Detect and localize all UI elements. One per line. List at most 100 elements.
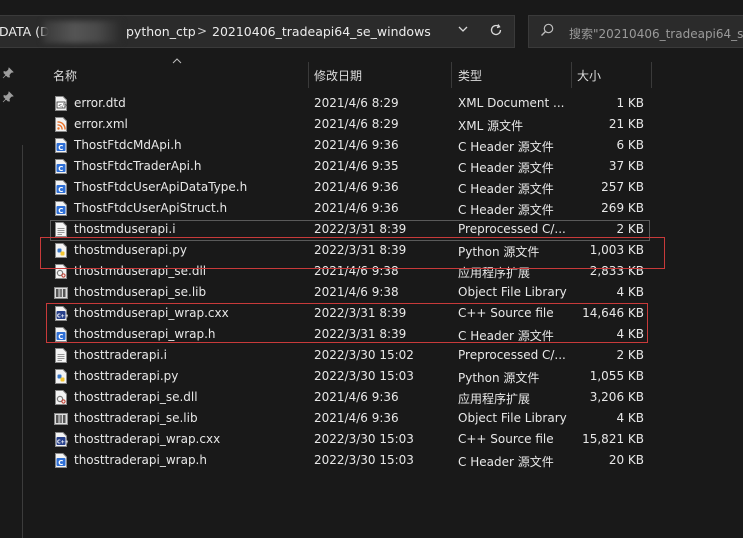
file-name: ThostFtdcUserApiStruct.h — [74, 201, 228, 215]
file-modified-date: 2021/4/6 9:36 — [314, 411, 399, 425]
search-input[interactable]: 搜索"20210406_tradeapi64_se_w — [569, 25, 743, 42]
file-name: error.xml — [74, 117, 128, 131]
file-name: thosttraderapi.i — [74, 348, 167, 362]
file-modified-date: 2022/3/30 15:02 — [314, 348, 414, 362]
breadcrumb-separator-icon: > — [197, 24, 208, 38]
library-file-icon — [54, 285, 68, 300]
file-row[interactable]: thostmduserapi_se.lib 2021/4/6 9:38 Object… — [50, 282, 650, 303]
file-modified-date: 2021/4/6 8:29 — [314, 96, 399, 110]
pin-icon[interactable] — [2, 67, 14, 82]
breadcrumb-python-ctp[interactable]: python_ctp — [126, 24, 196, 39]
file-modified-date: 2021/4/6 9:36 — [314, 180, 399, 194]
file-row[interactable]: C ThostFtdcTraderApi.h 2021/4/6 9:35 C Head… — [50, 156, 650, 177]
file-modified-date: 2022/3/30 15:03 — [314, 453, 414, 467]
file-row[interactable]: thosttraderapi_se.dll 2021/4/6 9:36 应用程序扩展… — [50, 387, 650, 408]
file-size: 1,055 KB — [589, 369, 644, 383]
python-file-icon — [54, 369, 68, 384]
svg-text:C: C — [58, 186, 63, 194]
file-name: error.dtd — [74, 96, 126, 110]
file-name: thosttraderapi_se.lib — [74, 411, 198, 425]
column-header-name[interactable]: 名称 — [46, 62, 308, 88]
search-icon — [539, 22, 555, 41]
text-file-icon — [54, 348, 68, 363]
file-modified-date: 2021/4/6 9:36 — [314, 201, 399, 215]
file-row[interactable]: C ThostFtdcMdApi.h 2021/4/6 9:36 C Header 源… — [50, 135, 650, 156]
file-name: thosttraderapi_wrap.cxx — [74, 432, 221, 446]
file-row[interactable]: error.xml 2021/4/6 8:29 XML 源文件 21 KB — [50, 114, 650, 135]
file-name: thosttraderapi.py — [74, 369, 179, 383]
file-row[interactable]: C ThostFtdcUserApiDataType.h 2021/4/6 9:36… — [50, 177, 650, 198]
file-size: 21 KB — [608, 117, 644, 131]
file-type: Preprocessed C/... — [458, 348, 566, 362]
column-header-date-label: 修改日期 — [314, 69, 363, 83]
c-header-icon: C — [54, 159, 68, 174]
file-size: 4 KB — [616, 285, 644, 299]
xml-feed-icon — [54, 117, 68, 132]
file-name: ThostFtdcMdApi.h — [74, 138, 182, 152]
redacted-path-segment — [43, 21, 121, 43]
file-row[interactable]: </> error.dtd 2021/4/6 8:29 XML Document ..… — [50, 93, 650, 114]
file-size: 20 KB — [608, 453, 644, 467]
file-modified-date: 2021/4/6 9:35 — [314, 159, 399, 173]
column-header-type-label: 类型 — [458, 69, 483, 83]
file-size: 6 KB — [616, 138, 644, 152]
file-modified-date: 2021/4/6 9:36 — [314, 138, 399, 152]
column-header-date[interactable]: 修改日期 — [309, 62, 451, 88]
file-type: C Header 源文件 — [458, 161, 554, 175]
svg-text:C: C — [58, 144, 63, 152]
c-header-icon: C — [54, 201, 68, 216]
file-type: C++ Source file — [458, 432, 554, 446]
file-modified-date: 2022/3/30 15:03 — [314, 369, 414, 383]
c-header-icon: C — [54, 138, 68, 153]
column-header-size[interactable]: 大小 — [572, 62, 650, 88]
file-name: thosttraderapi_wrap.h — [74, 453, 207, 467]
pane-divider[interactable] — [22, 145, 23, 538]
file-modified-date: 2022/3/30 15:03 — [314, 432, 414, 446]
file-name: thostmduserapi_se.lib — [74, 285, 207, 299]
file-size: 4 KB — [616, 411, 644, 425]
file-row[interactable]: thosttraderapi_se.lib 2021/4/6 9:36 Object… — [50, 408, 650, 429]
column-header-type[interactable]: 类型 — [452, 62, 570, 88]
file-type: C Header 源文件 — [458, 203, 554, 217]
file-modified-date: 2021/4/6 9:36 — [314, 390, 399, 404]
file-size: 257 KB — [601, 180, 644, 194]
file-modified-date: 2021/4/6 8:29 — [314, 117, 399, 131]
navigation-pane — [0, 55, 24, 538]
search-box[interactable]: 搜索"20210406_tradeapi64_se_w — [528, 15, 743, 48]
annotation-highlight-box — [40, 237, 665, 269]
file-size: 3,206 KB — [589, 390, 644, 404]
file-row[interactable]: Cthosttraderapi_wrap.h 2022/3/30 15:03 C H… — [50, 450, 650, 471]
pin-icon[interactable] — [2, 91, 14, 106]
svg-text:C++: C++ — [57, 440, 68, 446]
file-row[interactable]: C ThostFtdcUserApiStruct.h 2021/4/6 9:36 C … — [50, 198, 650, 219]
file-type: Object File Library — [458, 411, 567, 425]
file-type: C Header 源文件 — [458, 182, 554, 196]
svg-text:C: C — [58, 459, 63, 467]
file-size: 2 KB — [616, 348, 644, 362]
file-type: 应用程序扩展 — [458, 392, 531, 406]
svg-text:</>: </> — [58, 103, 68, 109]
chevron-down-icon[interactable] — [457, 23, 469, 39]
file-row[interactable]: thosttraderapi.i 2022/3/30 15:02 Preproces… — [50, 345, 650, 366]
column-header-size-label: 大小 — [577, 69, 602, 83]
svg-text:C: C — [58, 207, 63, 215]
column-resize-handle[interactable] — [651, 62, 652, 88]
address-bar[interactable]: DATA (D: python_ctp > 20210406_tradeapi6… — [0, 15, 515, 48]
refresh-icon[interactable] — [489, 23, 503, 41]
c-header-icon: C — [54, 453, 68, 468]
file-type: XML Document ... — [458, 96, 565, 110]
file-size: 269 KB — [601, 201, 644, 215]
file-row[interactable]: thosttraderapi.py 2022/3/30 15:03 Python 源… — [50, 366, 650, 387]
c-header-icon: C — [54, 180, 68, 195]
file-row[interactable]: C++ thosttraderapi_wrap.cxx 2022/3/30 15:0… — [50, 429, 650, 450]
file-type: C Header 源文件 — [458, 455, 554, 469]
file-type: Object File Library — [458, 285, 567, 299]
annotation-highlight-box — [46, 303, 648, 343]
breadcrumb-current-folder[interactable]: 20210406_tradeapi64_se_windows — [212, 24, 431, 39]
file-modified-date: 2021/4/6 9:38 — [314, 285, 399, 299]
file-type: Python 源文件 — [458, 371, 540, 385]
file-name: ThostFtdcUserApiDataType.h — [74, 180, 248, 194]
file-size: 1 KB — [616, 96, 644, 110]
file-type: XML 源文件 — [458, 119, 524, 133]
file-name: ThostFtdcTraderApi.h — [74, 159, 202, 173]
